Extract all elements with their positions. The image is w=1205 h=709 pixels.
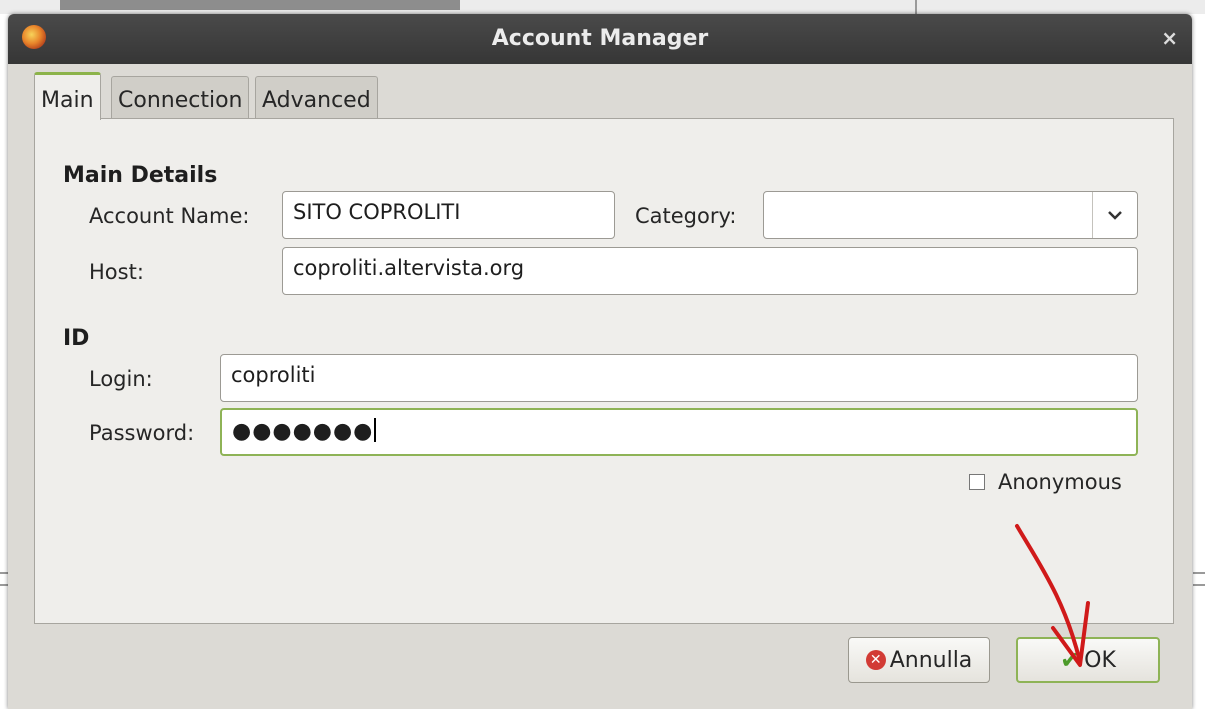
tab-main[interactable]: Main <box>34 72 101 120</box>
account-name-field[interactable]: SITO COPROLITI <box>282 191 615 239</box>
host-field[interactable]: coproliti.altervista.org <box>282 247 1138 295</box>
login-field[interactable]: coproliti <box>220 354 1138 402</box>
chevron-down-icon[interactable] <box>1092 192 1137 238</box>
cancel-button-label: Annulla <box>889 647 973 673</box>
tab-label: Connection <box>118 88 243 113</box>
cancel-icon: ✕ <box>865 650 886 670</box>
password-field[interactable]: ●●●●●●● <box>220 408 1138 456</box>
tab-advanced[interactable]: Advanced <box>255 76 378 120</box>
checkmark-icon: ✔ <box>1060 646 1081 674</box>
password-label: Password: <box>89 421 195 445</box>
text-caret <box>374 418 377 442</box>
account-name-label: Account Name: <box>89 204 250 228</box>
section-heading-id: ID <box>63 326 90 351</box>
tab-label: Main <box>41 88 94 113</box>
tab-label: Advanced <box>262 88 371 113</box>
account-manager-dialog: Account Manager × Main Connection Advanc… <box>8 14 1192 709</box>
background-divider <box>915 0 917 14</box>
background-scroll-right <box>1193 572 1205 586</box>
login-label: Login: <box>89 367 153 391</box>
password-masked-value: ●●●●●●● <box>232 419 374 444</box>
category-label: Category: <box>635 204 737 228</box>
title-bar[interactable]: Account Manager × <box>8 14 1192 64</box>
anonymous-label[interactable]: Anonymous <box>998 470 1122 494</box>
close-icon[interactable]: × <box>1161 26 1178 50</box>
ok-button[interactable]: ✔ OK <box>1016 637 1160 683</box>
background-app-fragment <box>60 0 460 10</box>
section-heading-main-details: Main Details <box>63 163 218 188</box>
tab-panel-main: Main Details Account Name: SITO COPROLIT… <box>34 118 1174 624</box>
host-label: Host: <box>89 260 144 284</box>
ok-button-label: OK <box>1084 647 1116 673</box>
anonymous-checkbox[interactable] <box>969 474 985 490</box>
category-select[interactable] <box>763 191 1138 239</box>
dialog-title: Account Manager <box>491 26 709 51</box>
tab-connection[interactable]: Connection <box>111 76 250 120</box>
cancel-button[interactable]: ✕ Annulla <box>848 637 990 683</box>
